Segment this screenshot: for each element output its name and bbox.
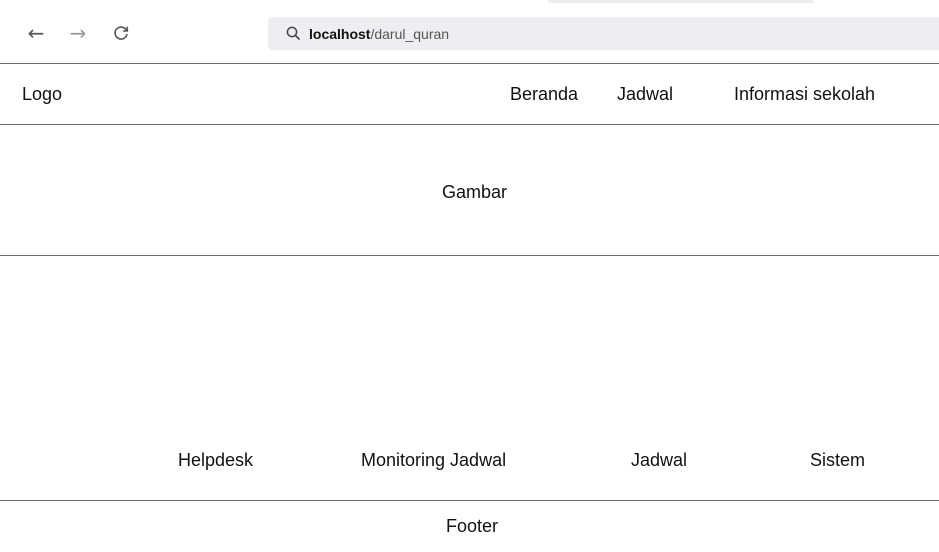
browser-toolbar: ← → localhost /darul_quran (0, 0, 939, 62)
url-host: localhost (309, 25, 371, 42)
reload-icon (114, 26, 129, 40)
hero-section: Gambar (0, 124, 939, 256)
service-monitoring-jadwal[interactable]: Monitoring Jadwal (361, 450, 506, 471)
service-helpdesk[interactable]: Helpdesk (178, 450, 253, 471)
services-section: Helpdesk Monitoring Jadwal Jadwal Sistem (0, 256, 939, 501)
arrow-right-icon: → (69, 21, 87, 45)
back-button[interactable]: ← (22, 19, 50, 47)
arrow-left-icon: ← (27, 21, 45, 45)
service-jadwal[interactable]: Jadwal (631, 450, 687, 471)
url-path: /darul_quran (370, 25, 450, 42)
nav-link-beranda[interactable]: Beranda (510, 84, 578, 105)
hero-image-placeholder: Gambar (442, 182, 508, 202)
address-bar[interactable]: localhost /darul_quran (268, 17, 939, 50)
footer-label: Footer (446, 516, 499, 536)
service-sistem[interactable]: Sistem (810, 450, 865, 471)
footer: Footer (0, 501, 939, 552)
nav-link-jadwal[interactable]: Jadwal (617, 84, 673, 105)
tab-strip (548, 0, 813, 3)
forward-button[interactable]: → (64, 19, 92, 47)
site-header: Logo Beranda Jadwal Informasi sekolah (0, 63, 939, 125)
search-icon (286, 26, 301, 41)
reload-button[interactable] (107, 19, 135, 47)
logo[interactable]: Logo (22, 84, 62, 105)
nav-link-informasi-sekolah[interactable]: Informasi sekolah (734, 84, 875, 105)
